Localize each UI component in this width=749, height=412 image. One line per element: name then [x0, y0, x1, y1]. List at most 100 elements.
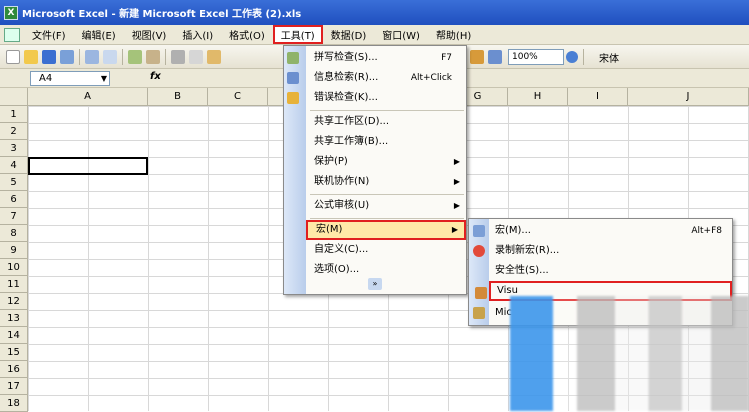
menu-edit[interactable]: 编辑(E): [74, 26, 124, 43]
row-header[interactable]: 11: [0, 276, 28, 293]
select-all-corner[interactable]: [0, 88, 28, 106]
row-header[interactable]: 1: [0, 106, 28, 123]
font-select[interactable]: 宋体: [599, 50, 619, 65]
submenu-item-security[interactable]: 安全性(S)...: [489, 261, 732, 281]
menu-item-label: 宏(M)...: [495, 225, 531, 236]
menu-item-protection[interactable]: 保护(P) ▶: [306, 152, 466, 172]
menu-data[interactable]: 数据(D): [323, 26, 375, 43]
row-header[interactable]: 4: [0, 157, 28, 174]
zoom-select[interactable]: 100%: [508, 49, 564, 65]
row-header[interactable]: 18: [0, 395, 28, 412]
excel-app-icon: X: [4, 5, 18, 20]
open-icon[interactable]: [24, 49, 38, 64]
menu-item-label: 共享工作区(D)...: [314, 116, 390, 127]
submenu-arrow-icon: ▶: [451, 225, 458, 234]
menu-item-customize[interactable]: 自定义(C)...: [306, 240, 466, 260]
cut-icon[interactable]: [171, 49, 185, 64]
row-header[interactable]: 8: [0, 225, 28, 242]
menu-bar: 文件(F) 编辑(E) 视图(V) 插入(I) 格式(O) 工具(T) 数据(D…: [0, 25, 749, 45]
menu-separator: [310, 110, 464, 111]
menu-tools[interactable]: 工具(T): [272, 25, 323, 44]
chart-wizard-icon[interactable]: [470, 50, 484, 64]
save-icon[interactable]: [42, 49, 56, 64]
fx-icon[interactable]: fx: [150, 71, 161, 82]
row-header[interactable]: 14: [0, 327, 28, 344]
new-icon[interactable]: [6, 49, 20, 64]
menu-item-online-collaboration[interactable]: 联机协作(N) ▶: [306, 172, 466, 192]
toolbar-separator: [79, 48, 80, 65]
toolbar-right: 100% 宋体: [468, 45, 619, 69]
spelling-icon[interactable]: [128, 49, 142, 64]
help-icon[interactable]: [566, 51, 578, 63]
row-header[interactable]: 15: [0, 344, 28, 361]
name-box-value: A4: [39, 73, 53, 84]
submenu-arrow-icon: ▶: [453, 157, 460, 166]
column-header[interactable]: A: [28, 88, 148, 106]
menu-item-research[interactable]: 信息检索(R)... Alt+Click: [287, 68, 466, 88]
window-title: Microsoft Excel - 新建 Microsoft Excel 工作表…: [22, 9, 302, 20]
row-header[interactable]: 13: [0, 310, 28, 327]
drawing-icon[interactable]: [488, 50, 502, 64]
menu-item-macro[interactable]: 宏(M) ▶: [306, 220, 466, 240]
menu-item-options[interactable]: 选项(O)...: [306, 260, 466, 280]
menu-view[interactable]: 视图(V): [124, 26, 175, 43]
row-header[interactable]: 17: [0, 378, 28, 395]
menu-format[interactable]: 格式(O): [221, 26, 273, 43]
expand-menu-icon[interactable]: »: [368, 278, 382, 290]
column-header[interactable]: I: [568, 88, 628, 106]
menu-item-label: 错误检查(K)...: [314, 92, 378, 103]
copy-icon[interactable]: [189, 49, 203, 64]
name-box[interactable]: A4 ▼: [30, 71, 110, 86]
menu-item-label: 宏(M): [316, 224, 343, 235]
row-header[interactable]: 7: [0, 208, 28, 225]
column-header[interactable]: H: [508, 88, 568, 106]
row-header[interactable]: 16: [0, 361, 28, 378]
menu-item-shared-workspace[interactable]: 共享工作区(D)...: [306, 112, 466, 132]
menu-item-label: 自定义(C)...: [314, 244, 369, 255]
row-header[interactable]: 10: [0, 259, 28, 276]
column-header[interactable]: C: [208, 88, 268, 106]
chevron-down-icon[interactable]: ▼: [101, 72, 107, 85]
row-header[interactable]: 3: [0, 140, 28, 157]
script-editor-icon: [473, 307, 485, 319]
toolbar-separator: [122, 48, 123, 65]
paste-icon[interactable]: [207, 49, 221, 64]
menu-window[interactable]: 窗口(W): [374, 26, 428, 43]
research-icon: [287, 72, 299, 84]
row-header[interactable]: 2: [0, 123, 28, 140]
menu-help[interactable]: 帮助(H): [428, 26, 479, 43]
print-icon[interactable]: [85, 49, 99, 64]
record-icon: [473, 245, 485, 257]
research-icon[interactable]: [146, 49, 160, 64]
print-preview-icon[interactable]: [103, 49, 117, 64]
submenu-arrow-icon: ▶: [453, 201, 460, 210]
menu-item-share-workbook[interactable]: 共享工作簿(B)...: [306, 132, 466, 152]
row-header[interactable]: 5: [0, 174, 28, 191]
toolbar-separator: [165, 48, 166, 65]
menu-item-label: 信息检索(R)...: [314, 72, 379, 83]
document-icon[interactable]: [4, 27, 20, 42]
menu-item-label: 拼写检查(S)...: [314, 52, 378, 63]
column-header[interactable]: B: [148, 88, 208, 106]
menu-item-spelling[interactable]: 拼写检查(S)... F7: [287, 48, 466, 68]
title-bar: X Microsoft Excel - 新建 Microsoft Excel 工…: [0, 0, 749, 25]
selected-cell-a4[interactable]: [28, 157, 148, 175]
menu-insert[interactable]: 插入(I): [174, 26, 221, 43]
submenu-item-record-macro[interactable]: 录制新宏(R)...: [473, 241, 732, 261]
permission-icon[interactable]: [60, 49, 74, 64]
menu-item-label: 录制新宏(R)...: [495, 245, 560, 256]
column-header[interactable]: J: [628, 88, 749, 106]
menu-file[interactable]: 文件(F): [24, 26, 74, 43]
shortcut-label: F7: [441, 53, 452, 63]
menu-item-error-check[interactable]: 错误检查(K)...: [287, 88, 466, 108]
row-header[interactable]: 12: [0, 293, 28, 310]
menu-item-formula-auditing[interactable]: 公式审核(U) ▶: [306, 196, 466, 216]
toolbar-separator: [583, 49, 584, 65]
row-header[interactable]: 6: [0, 191, 28, 208]
submenu-item-macros[interactable]: 宏(M)... Alt+F8: [473, 221, 732, 241]
menu-item-label: Visu: [497, 285, 518, 296]
row-header[interactable]: 9: [0, 242, 28, 259]
menu-item-label: 联机协作(N): [314, 176, 370, 187]
shortcut-label: Alt+Click: [410, 73, 452, 83]
blurred-overlay: [510, 296, 749, 411]
